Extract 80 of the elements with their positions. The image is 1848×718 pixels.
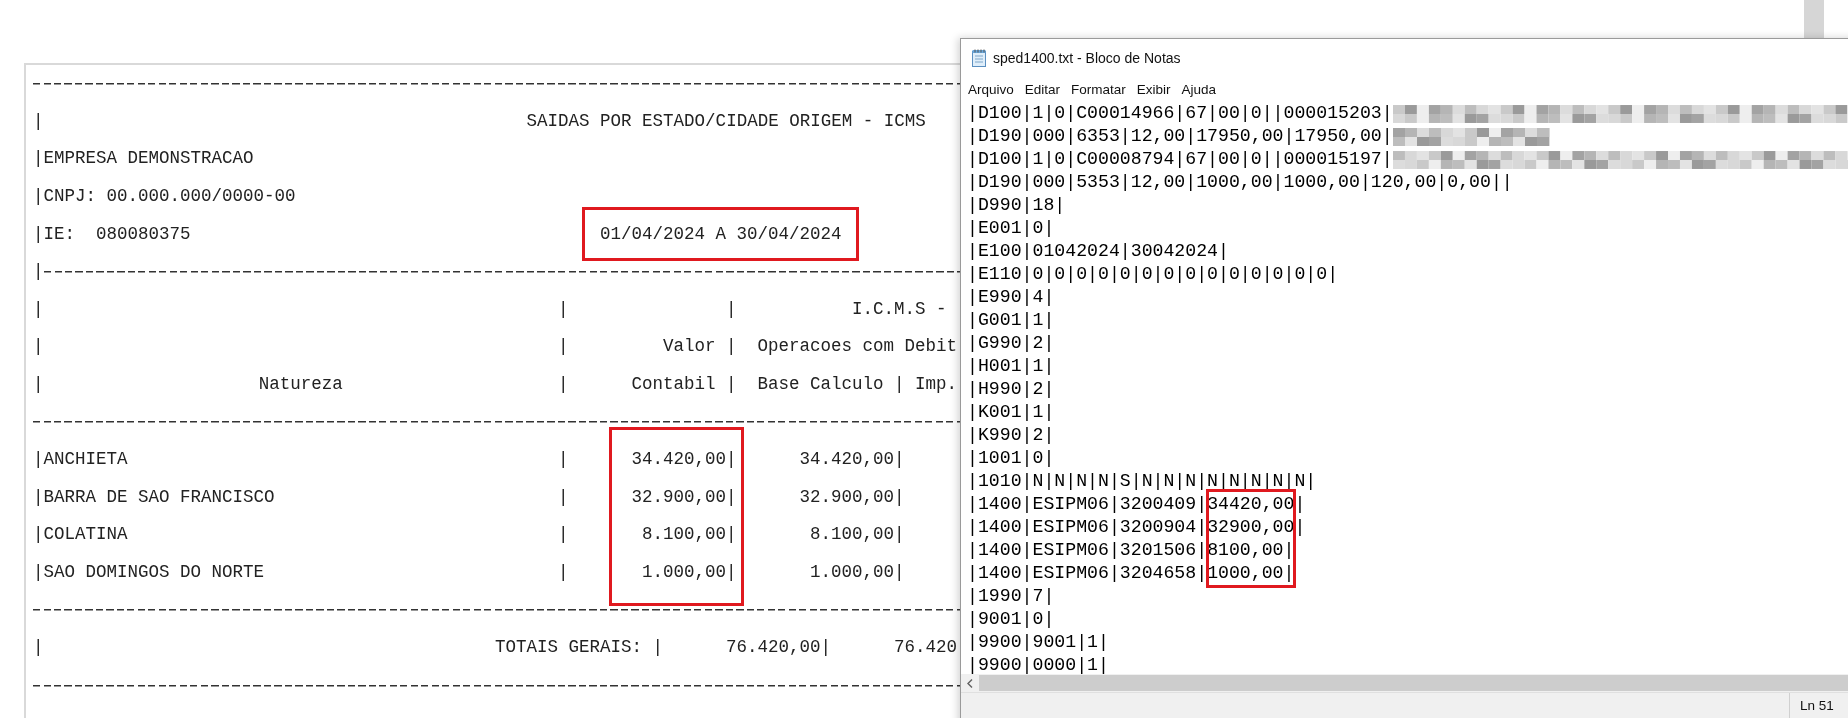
notepad-icon (971, 49, 987, 67)
text-line: |1001|0| (967, 447, 1055, 470)
text-line: |D990|18| (967, 194, 1066, 217)
text-line: |K001|1| (967, 401, 1055, 424)
table-cell-text: 8.100,00| (642, 523, 737, 547)
text-line: |9001|0| (967, 608, 1055, 631)
text-line: |D100|1|0|C00014966|67|00|0||000015203| (967, 102, 1393, 125)
text-line: |H990|2| (967, 378, 1055, 401)
menu-item[interactable]: Editar (1019, 78, 1066, 100)
menu-item[interactable]: Arquivo (963, 78, 1019, 100)
header-text: | (558, 372, 569, 396)
text-line: |9900|9001|1| (967, 631, 1109, 654)
text-line: |E990|4| (967, 286, 1055, 309)
totals-label: TOTAIS GERAIS: | (495, 635, 664, 659)
header-text: Operacoes com Debit (757, 335, 958, 359)
text-value: 1000,00| (1207, 562, 1295, 585)
scrollbar-thumb[interactable] (1804, 0, 1824, 38)
text-value: 8100,00| (1207, 539, 1295, 562)
chevron-left-icon (967, 678, 973, 688)
text-line: |E100|01042024|30042024| (967, 240, 1229, 263)
text-line: |E110|0|0|0|0|0|0|0|0|0|0|0|0|0|0| (967, 263, 1339, 286)
ie-label: |IE: (33, 222, 76, 246)
menu-item[interactable]: Exibir (1131, 78, 1176, 100)
text-line: |K990|2| (967, 424, 1055, 447)
table-cell-text: 1.000,00| (810, 560, 905, 584)
table-cell-text: 32.900,00| (631, 485, 737, 509)
menu-item[interactable]: Formatar (1066, 78, 1131, 100)
column-separator: | (33, 109, 44, 133)
text-line: |9900|0000|1| (967, 654, 1109, 674)
header-text: | (558, 335, 569, 359)
cnpj-text: |CNPJ: 00.000.000/0000-00 (33, 184, 296, 208)
header-text: I.C.M.S - (852, 297, 947, 321)
total-value: 76.420,00| (726, 635, 832, 659)
table-cell-text: 32.900,00| (799, 485, 905, 509)
text-line: |1400|ESIPM06|3204658| (967, 562, 1208, 585)
table-cell-text: |ANCHIETA (33, 447, 128, 471)
text-line: |G990|2| (967, 332, 1055, 355)
header-text: | (726, 297, 737, 321)
header-text: | (558, 297, 569, 321)
text-line: |1400|ESIPM06|3200409| (967, 493, 1208, 516)
text-line: |1400|ESIPM06|3201506| (967, 539, 1208, 562)
text-line: |1990|7| (967, 585, 1055, 608)
text-line: |G001|1| (967, 309, 1055, 332)
header-text: | (33, 335, 44, 359)
column-separator: | (558, 560, 569, 584)
header-text: | (33, 372, 44, 396)
text-line: |D190|000|6353|12,00|17950,00|17950,00| (967, 125, 1393, 148)
column-separator: | (33, 259, 44, 283)
menu-item[interactable]: Ajuda (1176, 78, 1222, 100)
table-cell-text: 8.100,00| (810, 523, 905, 547)
header-text: | (33, 297, 44, 321)
table-cell-text: |COLATINA (33, 523, 128, 547)
table-cell-text: 34.420,00| (631, 447, 737, 471)
cursor-position: Ln 51 (1789, 693, 1834, 718)
table-cell-text: |BARRA DE SAO FRANCISCO (33, 485, 275, 509)
header-text: Valor | (663, 335, 737, 359)
ie-value: 080080375 (96, 222, 192, 246)
text-line: |H001|1| (967, 355, 1055, 378)
text-line: |D100|1|0|C00008794|67|00|0||000015197| (967, 148, 1393, 171)
total-value: 76.420 (894, 635, 958, 659)
table-cell-text: 34.420,00| (799, 447, 905, 471)
period-text: 01/04/2024 A 30/04/2024 (600, 223, 842, 247)
header-text: Imp. (915, 372, 958, 396)
table-cell-text: 1.000,00| (642, 560, 737, 584)
header-text: Contabil | (631, 372, 737, 396)
scrollbar-thumb[interactable] (979, 675, 1848, 691)
text-line: |D190|000|5353|12,00|1000,00|1000,00|120,00|0,00|| (967, 171, 1513, 194)
company-name: |EMPRESA DEMONSTRACAO (33, 147, 254, 171)
text-line: |1010|N|N|N|N|S|N|N|N|N|N|N|N|N| (967, 470, 1317, 493)
window-title: sped1400.txt - Bloco de Notas (993, 50, 1181, 66)
column-separator: | (558, 447, 569, 471)
header-text: Natureza (258, 372, 343, 396)
column-separator: | (558, 485, 569, 509)
text-line: |1400|ESIPM06|3200904| (967, 516, 1208, 539)
column-separator: | (558, 523, 569, 547)
report-title: SAIDAS POR ESTADO/CIDADE ORIGEM - ICMS (526, 109, 926, 133)
column-separator: | (33, 635, 44, 659)
text-line: |E001|0| (967, 217, 1055, 240)
header-text: Base Calculo | (757, 372, 905, 396)
table-cell-text: |SAO DOMINGOS DO NORTE (33, 560, 265, 584)
